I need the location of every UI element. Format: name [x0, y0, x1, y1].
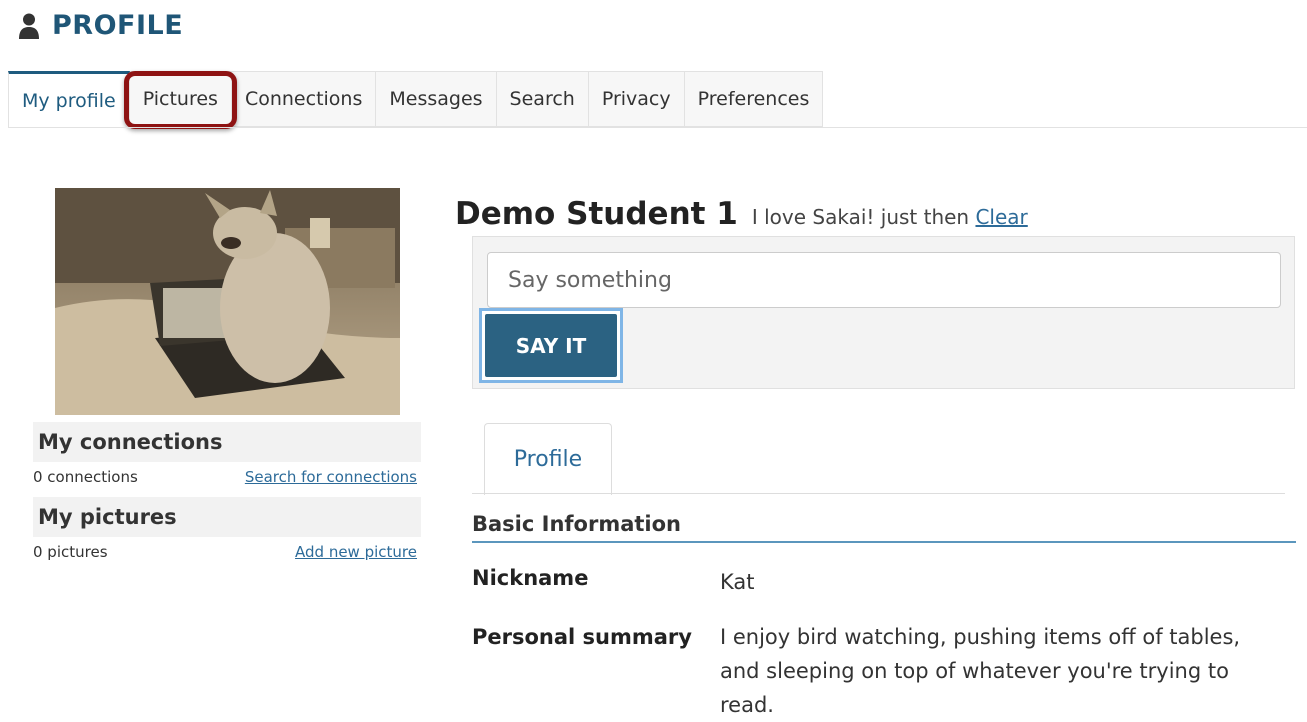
say-something-input[interactable]	[487, 252, 1281, 308]
profile-name: Demo Student 1	[455, 196, 738, 232]
page-title: PROFILE	[52, 10, 184, 41]
status-message: I love Sakai! just then Clear	[752, 205, 1028, 229]
say-it-button[interactable]: SAY IT	[479, 308, 623, 383]
profile-photo	[55, 188, 400, 415]
pictures-row: 0 pictures Add new picture	[33, 543, 417, 561]
tab-profile-info[interactable]: Profile	[484, 423, 612, 495]
personal-summary-label: Personal summary	[472, 625, 692, 649]
person-icon	[19, 13, 39, 39]
profile-tabs: My profile Pictures Connections Messages…	[8, 71, 824, 129]
tab-pictures[interactable]: Pictures	[123, 71, 238, 129]
clear-status-link[interactable]: Clear	[975, 205, 1027, 229]
personal-summary-value: I enjoy bird watching, pushing items off…	[720, 625, 1241, 717]
say-it-button-label: SAY IT	[485, 314, 617, 377]
status-text: I love Sakai! just then	[751, 205, 970, 229]
nickname-value: Kat	[720, 570, 755, 594]
page-header: PROFILE	[18, 10, 183, 41]
search-connections-link[interactable]: Search for connections	[245, 468, 417, 486]
tab-my-profile[interactable]: My profile	[8, 71, 130, 127]
tab-connections[interactable]: Connections	[231, 71, 377, 127]
profile-name-line: Demo Student 1 I love Sakai! just then C…	[455, 196, 1028, 232]
tab-privacy[interactable]: Privacy	[588, 71, 685, 127]
my-pictures-heading: My pictures	[33, 497, 421, 537]
tab-messages[interactable]: Messages	[376, 71, 497, 127]
tab-preferences[interactable]: Preferences	[684, 71, 824, 127]
basic-information-heading: Basic Information	[472, 512, 681, 536]
add-picture-link[interactable]: Add new picture	[295, 543, 417, 561]
profile-tab-divider	[472, 493, 1285, 494]
nickname-label: Nickname	[472, 566, 589, 590]
section-divider	[472, 541, 1296, 543]
tab-divider	[8, 127, 1307, 128]
connections-count: 0 connections	[33, 468, 138, 486]
pictures-count: 0 pictures	[33, 543, 108, 561]
connections-row: 0 connections Search for connections	[33, 468, 417, 486]
tab-search[interactable]: Search	[496, 71, 589, 127]
my-connections-heading: My connections	[33, 422, 421, 462]
